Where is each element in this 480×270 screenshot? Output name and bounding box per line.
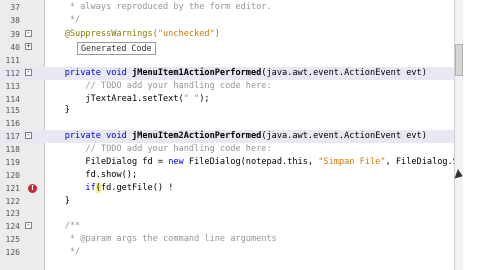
fold-collapse-icon[interactable]: - — [25, 222, 32, 229]
code-text: private void jMenuItem1ActionPerformed(j… — [44, 67, 427, 80]
right-margin — [463, 0, 480, 270]
code-line[interactable]: 119 FileDialog fd = new FileDialog(notep… — [0, 156, 480, 169]
code-token: if — [85, 183, 96, 193]
line-number: 124 — [5, 222, 20, 231]
code-line[interactable]: 37 * always reproduced by the form edito… — [0, 1, 454, 14]
fold-expand-icon[interactable]: + — [25, 43, 32, 50]
code-line[interactable]: 112- private void jMenuItem1ActionPerfor… — [0, 67, 454, 80]
code-token: (); — [121, 170, 138, 180]
code-token: ) — [214, 29, 220, 39]
code-token: FileDialog(notepad.this, — [188, 157, 319, 167]
code-token: * @param args the command line arguments — [44, 234, 277, 244]
line-number: 112 — [5, 69, 20, 78]
line-number: 125 — [5, 235, 20, 244]
code-text: if(fd.getFile() ! — [44, 182, 173, 195]
code-text: fd.show(); — [44, 169, 137, 182]
code-token: @SuppressWarnings( — [44, 29, 158, 39]
code-token: " " — [183, 94, 200, 104]
code-line[interactable]: 118 // TODO add your handling code here: — [0, 143, 454, 156]
code-text: * always reproduced by the form editor. — [44, 1, 272, 14]
fold-collapse-icon[interactable]: - — [25, 30, 32, 37]
code-line[interactable]: 120 fd.show(); — [0, 169, 454, 182]
code-token: jMenuItem2ActionPerformed — [131, 131, 262, 141]
code-token: * — [44, 2, 81, 12]
code-line[interactable]: 40 + Generated Code — [0, 41, 454, 55]
code-text: // TODO add your handling code here: — [44, 80, 272, 93]
line-number: 115 — [5, 106, 20, 115]
code-line[interactable]: 121! if(fd.getFile() ! — [0, 182, 454, 195]
code-token: ); — [199, 94, 210, 104]
code-line[interactable]: 39- @SuppressWarnings("unchecked") — [0, 28, 454, 41]
fold-collapse-icon[interactable]: - — [25, 69, 32, 76]
line-number: 119 — [5, 158, 20, 167]
line-number: 120 — [5, 171, 20, 180]
line-number: 40 — [10, 43, 20, 52]
code-text: // TODO add your handling code here: — [44, 143, 272, 156]
line-number: 118 — [5, 145, 20, 154]
line-number: 116 — [5, 119, 20, 128]
scrollbar-thumb[interactable] — [455, 44, 463, 76]
code-token: // TODO add your handling code here: — [44, 81, 272, 91]
code-token: new — [168, 157, 189, 167]
code-line[interactable]: 126 */ — [0, 246, 454, 259]
code-token: fd. — [44, 170, 101, 180]
code-token: */ — [44, 247, 81, 257]
code-token: // TODO add your handling code here: — [44, 144, 272, 154]
code-token: fd.getFile() — [100, 183, 169, 193]
code-text: * @param args the command line arguments — [44, 233, 277, 246]
code-line[interactable]: 125 * @param args the command line argum… — [0, 233, 454, 246]
code-token: private void — [64, 131, 132, 141]
code-line[interactable]: 111 — [0, 54, 454, 67]
line-number: 123 — [5, 209, 20, 218]
code-token: "Simpan File" — [318, 157, 386, 167]
code-token: jTextArea1.setText( — [44, 94, 184, 104]
line-number: 37 — [10, 3, 20, 12]
code-text: FileDialog fd = new FileDialog(notepad.t… — [44, 156, 480, 169]
code-token: always reproduced by the form editor. — [80, 2, 272, 12]
code-token: ! — [168, 183, 174, 193]
code-token: jMenuItem1ActionPerformed — [131, 68, 262, 78]
code-line[interactable]: 116 — [0, 117, 454, 130]
code-text: */ — [44, 246, 80, 259]
line-number: 117 — [5, 132, 20, 141]
code-line[interactable]: 117- private void jMenuItem2ActionPerfor… — [0, 130, 454, 143]
code-token: (java.awt.event.ActionEvent evt) — [261, 68, 427, 78]
code-line[interactable]: 115 } — [0, 104, 454, 117]
line-number: 121 — [5, 184, 20, 193]
code-token: "unchecked" — [157, 29, 215, 39]
code-token: /** — [44, 221, 81, 231]
code-line[interactable]: 113 // TODO add your handling code here: — [0, 80, 454, 93]
code-line[interactable]: 123 — [0, 207, 454, 220]
code-text: /** — [44, 220, 81, 233]
error-icon[interactable]: ! — [28, 184, 37, 193]
code-line[interactable]: 38 */ — [0, 14, 454, 27]
line-number: 113 — [5, 82, 20, 91]
code-text: } — [44, 104, 70, 117]
code-token: } — [44, 196, 70, 206]
code-token: } — [44, 105, 70, 115]
code-text: */ — [44, 14, 80, 27]
code-line[interactable]: 124- /** — [0, 220, 454, 233]
fold-collapse-icon[interactable]: - — [25, 132, 32, 139]
line-number: 38 — [10, 16, 20, 25]
code-text: @SuppressWarnings("unchecked") — [44, 28, 220, 41]
code-token: FileDialog fd = — [44, 157, 169, 167]
code-token: */ — [44, 15, 81, 25]
code-token: private void — [64, 68, 132, 78]
code-text: private void jMenuItem2ActionPerformed(j… — [44, 130, 427, 143]
code-editor[interactable]: 37 * always reproduced by the form edito… — [0, 0, 480, 270]
code-token: show — [100, 170, 122, 180]
line-number: 39 — [10, 30, 20, 39]
code-token: (java.awt.event.ActionEvent evt) — [261, 131, 427, 141]
line-number: 111 — [5, 56, 20, 65]
line-number: 126 — [5, 248, 20, 257]
